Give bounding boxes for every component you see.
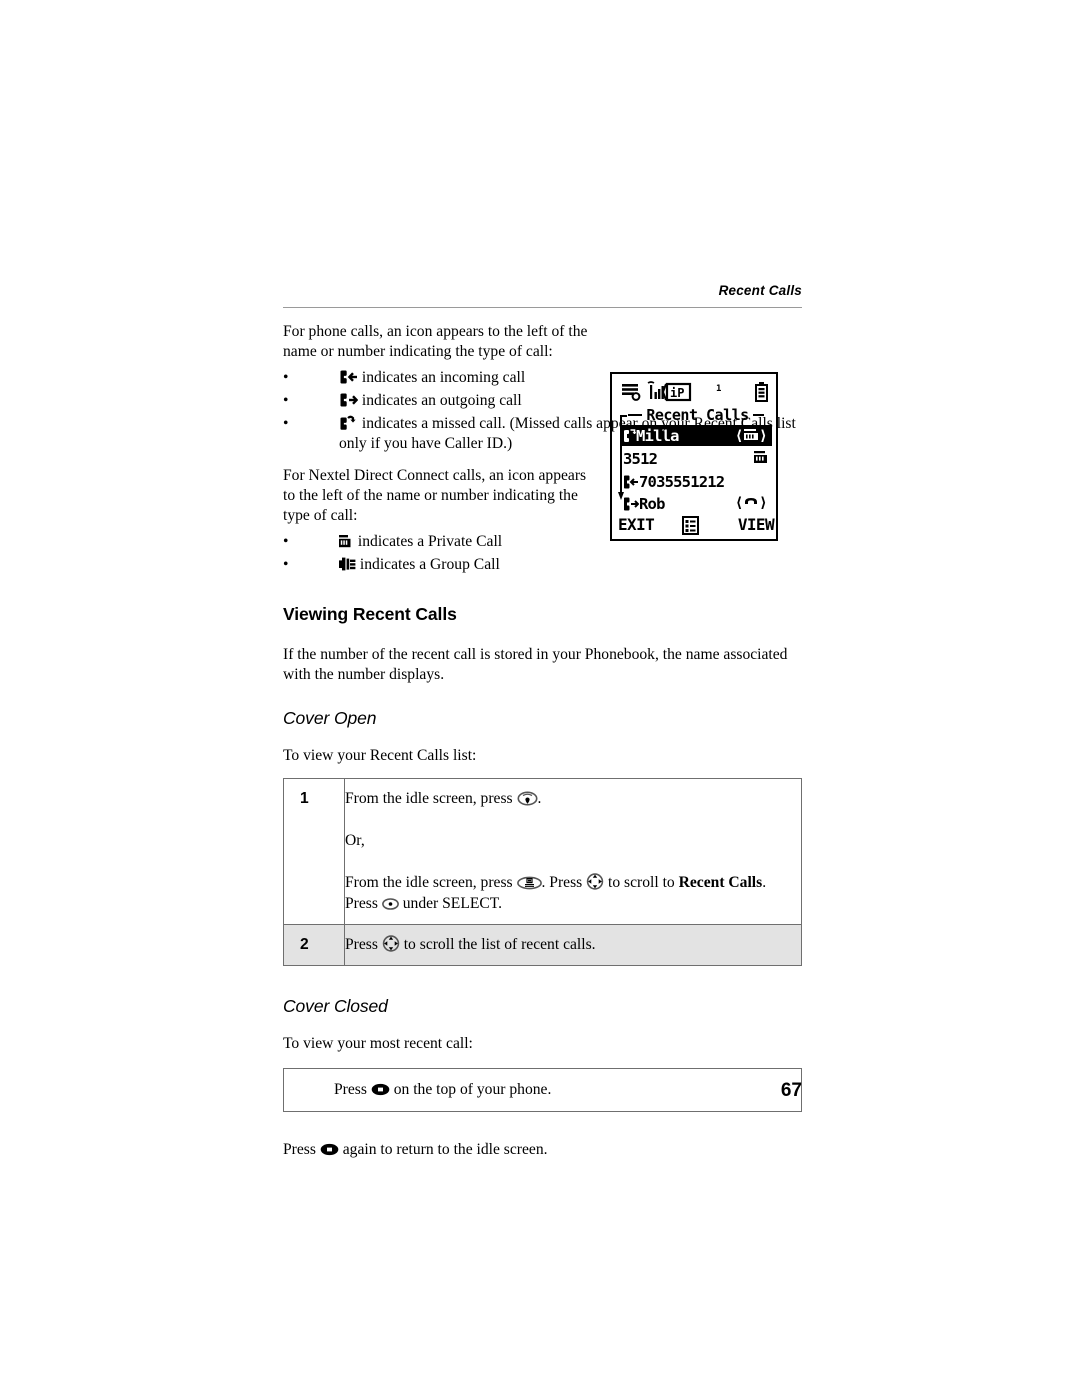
- list-item: • indicates an incoming call: [283, 368, 802, 388]
- navigation-key-icon: [382, 935, 400, 952]
- cover-closed-lead: To view your most recent call:: [283, 1035, 473, 1053]
- section-intro-paragraph: If the number of the recent call is stor…: [283, 645, 788, 683]
- table-row: 1 From the idle screen, press . Or, From…: [283, 777, 802, 925]
- step-2-text-a: Press: [345, 935, 382, 953]
- list-item-label: indicates a Private Call: [357, 533, 503, 551]
- step-1-text-h: under SELECT.: [398, 894, 503, 912]
- navigation-key-icon: [586, 873, 604, 891]
- step-1-text-c: From the idle screen, press: [345, 874, 517, 892]
- step-1-line-4: Press under SELECT.: [345, 894, 791, 914]
- list-item-label: indicates an outgoing call: [361, 392, 522, 410]
- list-item-label: indicates a missed call. (Missed calls a…: [339, 414, 796, 452]
- direct-connect-bullet-list: • indicates a Private Call • indicates a…: [283, 532, 802, 575]
- incoming-call-icon: [339, 370, 358, 384]
- step-1-text-d: . Press: [541, 874, 587, 892]
- group-call-icon: [339, 557, 356, 571]
- private-call-icon: [339, 534, 354, 548]
- intro-paragraph: For phone calls, an icon appears to the …: [283, 323, 588, 360]
- select-key-icon: [381, 897, 399, 910]
- page-title: Viewing Recent Calls: [283, 603, 457, 624]
- closed-step-text-a: Press: [334, 1080, 371, 1098]
- top-button-icon: [320, 1143, 339, 1156]
- missed-call-icon: [339, 415, 358, 430]
- closing-text-a: Press: [283, 1141, 320, 1159]
- direct-connect-paragraph: For Nextel Direct Connect calls, an icon…: [283, 467, 587, 524]
- bullet-marker: •: [283, 414, 289, 432]
- cover-open-heading: Cover Open: [283, 708, 377, 729]
- bullet-marker: •: [283, 369, 289, 387]
- scroll-key-icon: [517, 791, 538, 806]
- step-number: 1: [283, 777, 345, 925]
- page-number: 67: [780, 1080, 802, 1101]
- step-1-text-f: .: [762, 874, 767, 892]
- bullet-marker: •: [283, 533, 289, 551]
- body-column: For phone calls, an icon appears to the …: [283, 322, 802, 1160]
- list-item: • indicates a missed call. (Missed calls…: [283, 414, 802, 454]
- step-1-text-e: to scroll to: [604, 874, 679, 892]
- bullet-marker: •: [283, 392, 289, 410]
- header-divider: [283, 307, 802, 308]
- step-1-line-1: From the idle screen, press .: [345, 789, 791, 809]
- closing-text-b: again to return to the idle screen.: [338, 1141, 548, 1159]
- step-1-text-a: From the idle screen, press: [345, 789, 517, 807]
- running-header: Recent Calls: [283, 283, 802, 308]
- closed-step-text-b: on the top of your phone.: [389, 1080, 552, 1098]
- cover-open-lead: To view your Recent Calls list:: [283, 747, 477, 765]
- document-page: Recent Calls iP 1 Recent Calls Milla ⟨ ⟩…: [0, 0, 1080, 1397]
- step-1-text-b: .: [537, 789, 542, 807]
- list-item-label: indicates an incoming call: [361, 369, 526, 387]
- list-item: • indicates a Group Call: [283, 555, 802, 575]
- menu-key-icon: [516, 876, 542, 890]
- list-item: • indicates a Private Call: [283, 532, 802, 552]
- step-1-line-2: Or,: [345, 832, 365, 850]
- step-1-text-g: Press: [345, 894, 382, 912]
- step-content: From the idle screen, press . Or, From t…: [344, 777, 802, 925]
- outgoing-call-icon: [339, 393, 358, 407]
- step-content: Press to scroll the list of recent calls…: [344, 923, 802, 967]
- step-2-text-b: to scroll the list of recent calls.: [399, 935, 596, 953]
- list-item: • indicates an outgoing call: [283, 391, 802, 411]
- header-title: Recent Calls: [718, 283, 802, 298]
- step-1-line-3: From the idle screen, press . Press to s…: [345, 873, 791, 893]
- call-type-bullet-list: • indicates an incoming call • indicates…: [283, 368, 802, 453]
- list-item-label: indicates a Group Call: [359, 556, 500, 574]
- table-row: 2 Press to scroll the list of recent cal…: [283, 923, 802, 967]
- top-button-icon: [371, 1083, 390, 1096]
- cover-closed-heading: Cover Closed: [283, 996, 388, 1017]
- closing-paragraph: Press again to return to the idle screen…: [283, 1140, 802, 1160]
- cover-open-procedure-table: 1 From the idle screen, press . Or, From…: [283, 777, 802, 967]
- step-number: 2: [283, 923, 345, 967]
- step-1-bold-term: Recent Calls: [678, 874, 763, 892]
- bullet-marker: •: [283, 556, 289, 574]
